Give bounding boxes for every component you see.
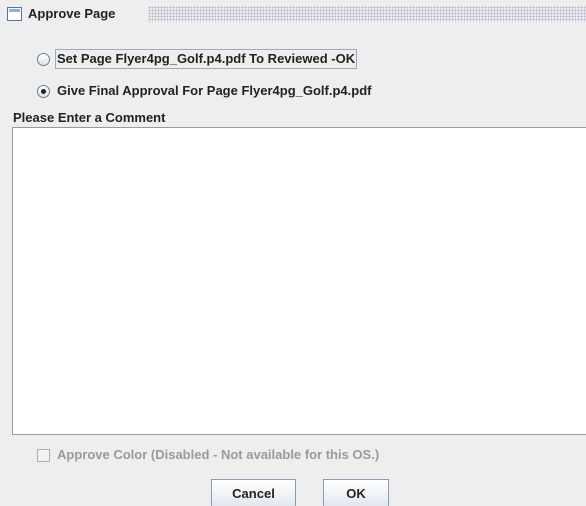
option-set-reviewed-label[interactable]: Set Page Flyer4pg_Golf.p4.pdf To Reviewe… [54,49,358,69]
option-final-approval-label[interactable]: Give Final Approval For Page Flyer4pg_Go… [57,83,371,99]
option-final-approval[interactable]: Give Final Approval For Page Flyer4pg_Go… [37,82,371,100]
approve-color-label: Approve Color (Disabled - Not available … [57,447,380,462]
ok-button[interactable]: OK [323,479,389,506]
comment-label: Please Enter a Comment [13,110,166,125]
window-icon [7,7,22,21]
comment-textarea[interactable] [12,127,586,435]
radio-button-checked[interactable] [37,84,50,98]
cancel-button[interactable]: Cancel [211,479,296,506]
approve-color-checkbox [37,448,50,462]
radio-button-unchecked[interactable] [37,52,50,66]
option-set-reviewed[interactable]: Set Page Flyer4pg_Golf.p4.pdf To Reviewe… [37,49,358,69]
title-bar-grip [148,6,586,22]
title-bar[interactable]: Approve Page [0,0,586,28]
window-title: Approve Page [28,6,122,22]
approve-color-option: Approve Color (Disabled - Not available … [37,446,379,464]
